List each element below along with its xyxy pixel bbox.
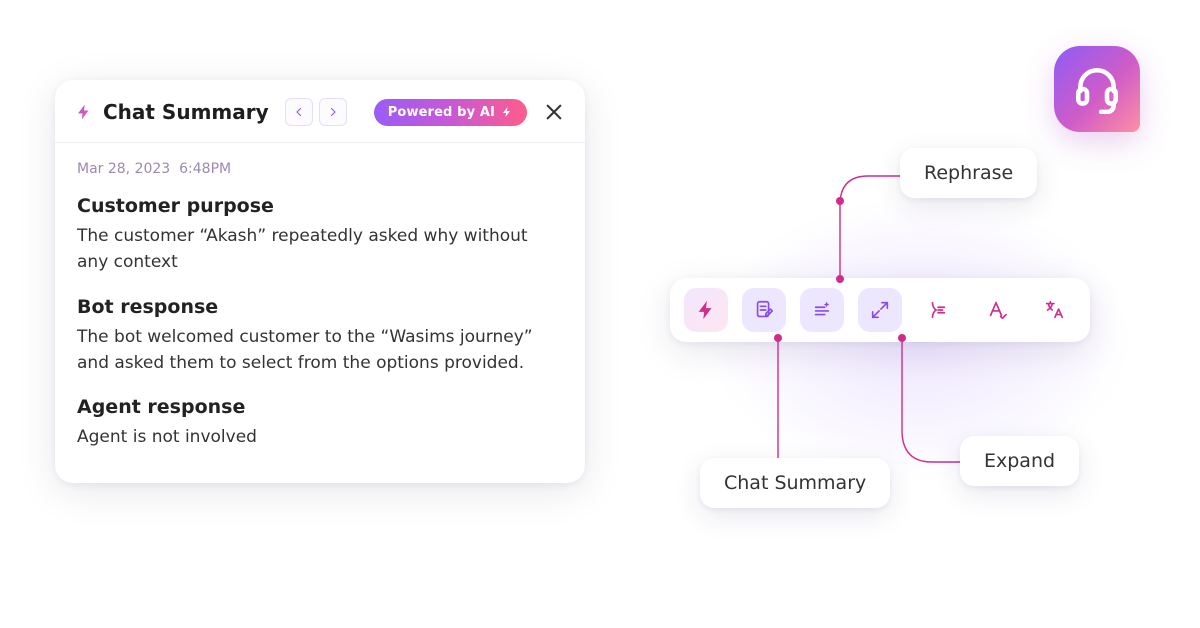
ai-actions-toolbar: [670, 278, 1090, 342]
sparkle-lines-icon: [811, 299, 833, 321]
shorten-button[interactable]: [916, 288, 960, 332]
bolt-icon: [501, 106, 513, 118]
app-logo-badge: [1054, 46, 1140, 132]
rephrase-button[interactable]: [800, 288, 844, 332]
panel-body: Mar 28, 2023 6:48PM Customer purpose The…: [55, 143, 585, 483]
section-heading: Customer purpose: [77, 195, 563, 217]
section-body: Agent is not involved: [77, 424, 563, 450]
collapse-icon: [927, 299, 949, 321]
expand-button[interactable]: [858, 288, 902, 332]
section-customer-purpose: Customer purpose The customer “Akash” re…: [77, 195, 563, 276]
expand-arrows-icon: [869, 299, 891, 321]
close-button[interactable]: [545, 103, 563, 121]
connector-dot: [836, 197, 844, 205]
connector-dot: [836, 275, 844, 283]
section-heading: Bot response: [77, 296, 563, 318]
powered-by-ai-pill: Powered by AI: [374, 99, 527, 126]
section-heading: Agent response: [77, 396, 563, 418]
translate-button[interactable]: [1032, 288, 1076, 332]
headset-icon: [1072, 64, 1122, 114]
translate-icon: [1043, 299, 1065, 321]
powered-by-ai-label: Powered by AI: [388, 105, 495, 120]
label-chat-summary: Chat Summary: [700, 458, 890, 508]
connector-dot: [774, 334, 782, 342]
label-expand: Expand: [960, 436, 1079, 486]
section-bot-response: Bot response The bot welcomed customer t…: [77, 296, 563, 377]
font-style-icon: [985, 299, 1007, 321]
bolt-icon: [695, 299, 717, 321]
bolt-icon: [75, 103, 93, 121]
panel-header: Chat Summary Powered by AI: [55, 80, 585, 143]
label-rephrase: Rephrase: [900, 148, 1037, 198]
section-agent-response: Agent response Agent is not involved: [77, 396, 563, 450]
section-body: The customer “Akash” repeatedly asked wh…: [77, 223, 563, 276]
panel-title: Chat Summary: [103, 100, 269, 124]
prev-button[interactable]: [285, 98, 313, 126]
section-body: The bot welcomed customer to the “Wasims…: [77, 324, 563, 377]
connector-dot: [898, 334, 906, 342]
tone-button[interactable]: [974, 288, 1018, 332]
chat-summary-button[interactable]: [742, 288, 786, 332]
ai-bolt-button[interactable]: [684, 288, 728, 332]
summary-timestamp: Mar 28, 2023 6:48PM: [77, 161, 563, 177]
document-edit-icon: [753, 299, 775, 321]
chat-summary-panel: Chat Summary Powered by AI Mar 28, 2023 …: [55, 80, 585, 483]
next-button[interactable]: [319, 98, 347, 126]
